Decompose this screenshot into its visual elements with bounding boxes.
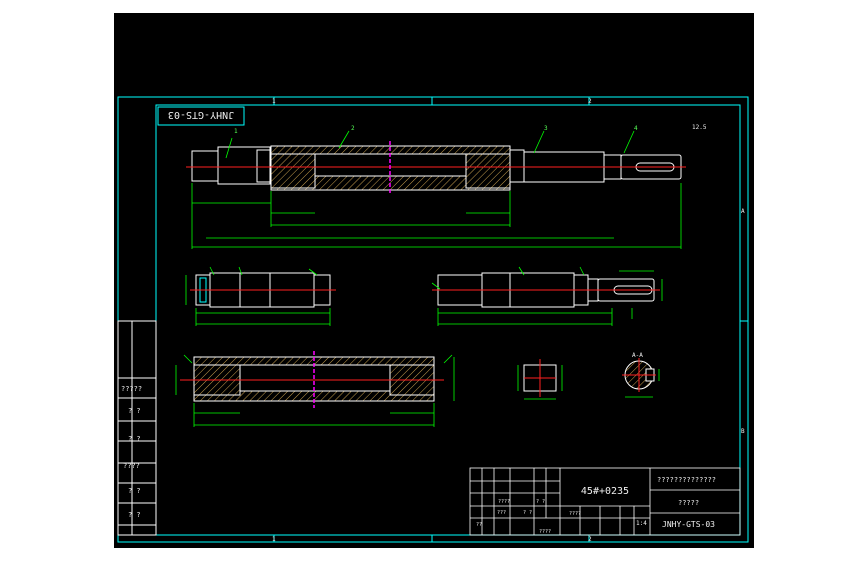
main-shaft-assembly: 1 2 3 4 12.5 (186, 124, 707, 249)
callout-4: 4 (634, 125, 638, 132)
table-cell-g: ???? (539, 529, 551, 535)
drawing-number-text: JNHY-GTS-03 (662, 520, 715, 529)
table-cell-a: ???? (498, 499, 510, 505)
cad-viewport[interactable]: 1 2 1 2 A B JNHY-GTS-03 ????? ? ? ? ? ??… (114, 13, 754, 548)
right-shaft-detail (431, 266, 663, 326)
section-a-a: A-A (622, 352, 660, 398)
callout-2: 2 (351, 125, 355, 132)
left-shaft-detail (185, 266, 336, 326)
sleeve-section (175, 351, 455, 427)
row-label-4: ???? (123, 462, 140, 470)
scale-cell: 1:4 (636, 520, 647, 527)
flipped-title-box: JNHY-GTS-03 (157, 106, 245, 126)
row-label-5: ? ? (128, 487, 141, 495)
key-part (517, 359, 563, 400)
table-cell-b: ? ? (536, 499, 545, 505)
part-name-text: ????? (678, 499, 699, 507)
zone-2-top: 2 (588, 98, 592, 105)
left-revision-column (117, 320, 157, 536)
table-cell-c: ??? (497, 510, 506, 516)
company-text: ?????????????? (657, 476, 716, 484)
zone-2-bottom: 2 (588, 536, 592, 543)
zone-a-side: A (741, 208, 745, 215)
zone-b-side: B (741, 428, 745, 435)
table-cell-d: ? ? (523, 510, 532, 516)
section-label: A-A (632, 352, 643, 359)
callout-1: 1 (234, 128, 238, 135)
table-cell-f: ???? (569, 511, 581, 517)
row-label-1: ????? (121, 385, 142, 393)
drawing-canvas: 1 2 1 2 A B JNHY-GTS-03 ????? ? ? ? ? ??… (117, 96, 749, 543)
callout-3: 3 (544, 125, 548, 132)
material-text: 45#+0235 (581, 486, 629, 497)
row-label-3: ? ? (128, 435, 141, 443)
row-label-2: ? ? (128, 407, 141, 415)
flipped-title-text: JNHY-GTS-03 (168, 109, 234, 120)
table-cell-e: ?? (476, 522, 482, 528)
zone-1-bottom: 1 (272, 536, 276, 543)
roughness-mark: 12.5 (692, 124, 707, 131)
zone-1-top: 1 (272, 98, 276, 105)
row-label-6: ? ? (128, 511, 141, 519)
